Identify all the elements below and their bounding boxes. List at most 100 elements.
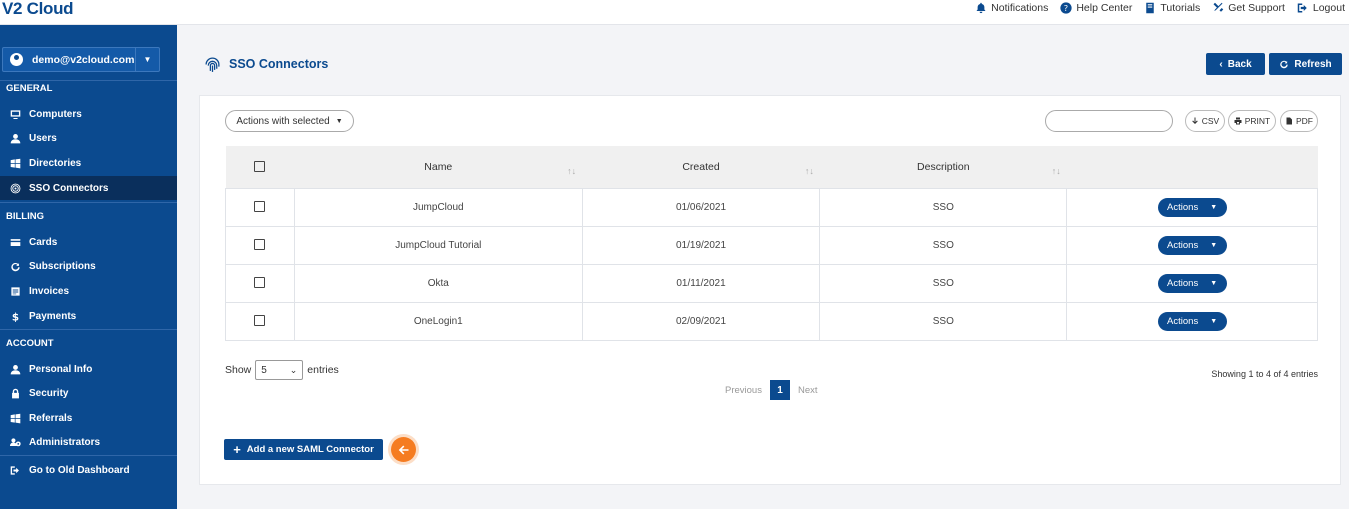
sidebar-item-invoices[interactable]: Invoices — [0, 279, 177, 303]
cell-name: Okta — [293, 263, 583, 303]
sidebar-item-directories[interactable]: Directories — [0, 151, 177, 175]
get-support-link[interactable]: Get Support — [1212, 2, 1285, 14]
cell-description: SSO — [819, 263, 1068, 303]
sidebar-item-payments[interactable]: $ Payments — [0, 304, 177, 328]
sort-icon: ↑↓ — [1051, 166, 1061, 176]
sidebar-item-users[interactable]: Users — [0, 126, 177, 150]
next-page-button[interactable]: Next — [798, 385, 818, 396]
sidebar-item-administrators[interactable]: Administrators — [0, 430, 177, 454]
sidebar-item-label: Cards — [29, 236, 58, 248]
windows-icon — [10, 158, 21, 168]
sidebar-item-label: Subscriptions — [29, 260, 96, 272]
column-header-name[interactable]: Name ↑↓ — [294, 146, 583, 188]
caret-down-icon: ▼ — [1210, 317, 1218, 325]
previous-page-button[interactable]: Previous — [725, 385, 762, 396]
table-row: OneLogin1 02/09/2021 SSO Actions ▼ — [225, 301, 1318, 341]
avatar-icon — [10, 53, 23, 66]
row-actions-button[interactable]: Actions ▼ — [1157, 311, 1227, 331]
pdf-label: PDF — [1296, 116, 1313, 126]
select-all-checkbox[interactable] — [254, 161, 266, 173]
actions-with-selected-dropdown[interactable]: Actions with selected ▼ — [225, 110, 354, 132]
plus-icon: + — [233, 442, 241, 457]
get-support-label: Get Support — [1228, 2, 1285, 14]
tutorial-hint-marker[interactable] — [391, 437, 416, 462]
sidebar-item-label: Go to Old Dashboard — [29, 464, 130, 476]
page-1-button[interactable]: 1 — [769, 380, 790, 400]
sidebar-item-label: Referrals — [29, 412, 73, 424]
section-account: ACCOUNT — [6, 338, 54, 349]
csv-button[interactable]: CSV — [1185, 110, 1225, 132]
cell-name: JumpCloud — [293, 187, 583, 227]
column-header-description[interactable]: Description ↑↓ — [819, 146, 1067, 188]
arrow-left-icon — [398, 445, 408, 454]
column-header-created[interactable]: Created ↑↓ — [582, 146, 820, 188]
cell-created: 01/11/2021 — [581, 263, 821, 303]
tutorials-link[interactable]: Tutorials — [1144, 2, 1200, 14]
notifications-link[interactable]: Notifications — [975, 2, 1048, 14]
sidebar-item-cards[interactable]: Cards — [0, 230, 177, 254]
connectors-card: Actions with selected ▼ CSV PRINT PDF Na… — [199, 95, 1341, 485]
sidebar: demo@v2cloud.com ▼ GENERAL Computers Use… — [0, 25, 177, 509]
row-checkbox[interactable] — [254, 201, 266, 213]
brand-logo[interactable]: V2 Cloud — [2, 0, 74, 18]
page-size-select[interactable]: 5 ⌄ — [255, 360, 304, 380]
page-header: SSO Connectors — [204, 53, 328, 75]
logout-link[interactable]: Logout — [1297, 2, 1345, 14]
sidebar-item-old-dashboard[interactable]: Go to Old Dashboard — [0, 458, 177, 482]
csv-label: CSV — [1201, 116, 1220, 126]
entries-info: Showing 1 to 4 of 4 entries — [1211, 369, 1318, 379]
search-input[interactable] — [1045, 110, 1173, 132]
refresh-button[interactable]: Refresh — [1269, 53, 1342, 75]
lock-icon — [12, 388, 19, 398]
sort-icon: ↑↓ — [567, 166, 577, 176]
print-button[interactable]: PRINT — [1228, 110, 1276, 132]
cell-actions: Actions ▼ — [1066, 225, 1318, 265]
row-actions-button[interactable]: Actions ▼ — [1157, 197, 1227, 217]
row-checkbox[interactable] — [254, 315, 266, 327]
sidebar-item-security[interactable]: Security — [0, 381, 177, 405]
cell-actions: Actions ▼ — [1066, 187, 1318, 227]
row-checkbox[interactable] — [254, 277, 266, 289]
row-select-cell — [225, 225, 295, 265]
row-select-cell — [225, 301, 295, 341]
cell-created: 01/19/2021 — [581, 225, 821, 265]
sidebar-item-subscriptions[interactable]: Subscriptions — [0, 254, 177, 278]
sidebar-item-sso-connectors[interactable]: SSO Connectors — [0, 176, 177, 200]
sort-icon: ↑↓ — [804, 166, 814, 176]
top-nav: Notifications ? Help Center Tutorials Ge… — [963, 0, 1345, 16]
card-icon — [10, 238, 21, 246]
row-checkbox[interactable] — [254, 239, 266, 251]
sign-out-icon — [10, 465, 19, 475]
column-header-actions — [1066, 146, 1318, 188]
cell-created: 01/06/2021 — [581, 187, 821, 227]
account-switcher[interactable]: demo@v2cloud.com ▼ — [2, 47, 160, 72]
pdf-button[interactable]: PDF — [1280, 110, 1318, 132]
back-button[interactable]: ‹ Back — [1206, 53, 1265, 75]
pagination: Previous 1 Next — [725, 380, 818, 400]
invoice-icon — [11, 286, 20, 296]
sidebar-item-personal-info[interactable]: Personal Info — [0, 357, 177, 381]
caret-down-icon: ▼ — [1210, 203, 1218, 211]
svg-text:?: ? — [1064, 3, 1068, 13]
bell-icon — [976, 2, 986, 14]
row-actions-button[interactable]: Actions ▼ — [1157, 273, 1227, 293]
svg-text:$: $ — [12, 311, 19, 321]
row-actions-button[interactable]: Actions ▼ — [1157, 235, 1227, 255]
help-center-link[interactable]: ? Help Center — [1060, 2, 1132, 14]
sidebar-item-computers[interactable]: Computers — [0, 102, 177, 126]
sidebar-item-label: Computers — [29, 108, 82, 120]
top-bar: V2 Cloud Notifications ? Help Center Tut… — [0, 0, 1349, 25]
sidebar-item-label: Payments — [29, 310, 77, 322]
fingerprint-icon — [205, 56, 220, 72]
sidebar-item-referrals[interactable]: Referrals — [0, 406, 177, 430]
help-icon: ? — [1060, 2, 1072, 14]
add-saml-connector-button[interactable]: + Add a new SAML Connector — [224, 439, 383, 460]
logout-icon — [1297, 3, 1307, 13]
caret-down-icon[interactable]: ▼ — [135, 48, 159, 71]
back-label: Back — [1227, 58, 1252, 70]
print-icon — [1234, 117, 1242, 125]
select-all-cell — [225, 146, 295, 188]
divider — [0, 202, 177, 203]
sidebar-item-label: Personal Info — [29, 363, 93, 375]
user-icon — [10, 364, 21, 374]
